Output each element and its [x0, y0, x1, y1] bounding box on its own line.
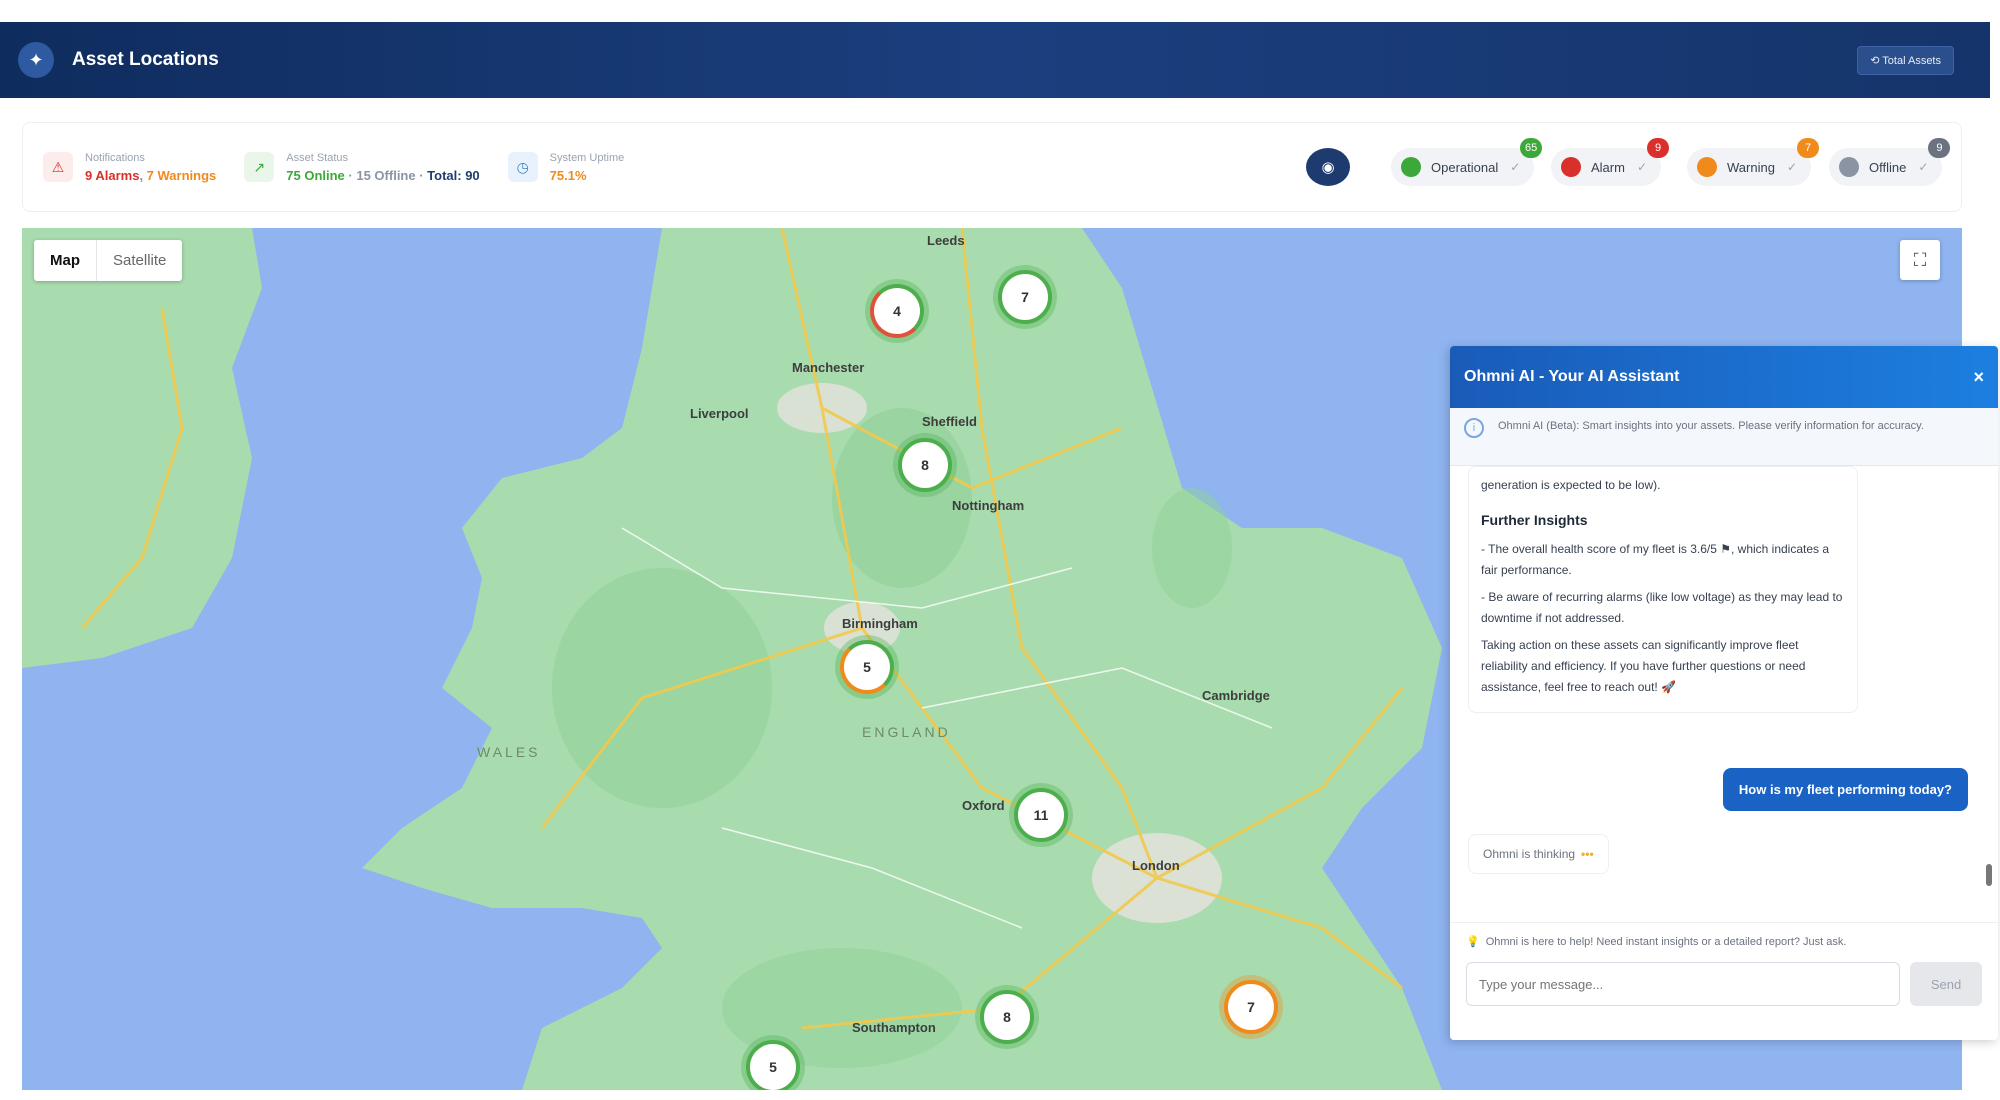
check-icon: ✓ — [1510, 160, 1521, 174]
notification-separator: , — [139, 167, 147, 183]
online-count: 75 Online — [286, 167, 345, 183]
map-cluster-marker[interactable]: 11 — [1014, 788, 1068, 842]
message-text: - Be aware of recurring alarms (like low… — [1481, 590, 1843, 625]
chat-messages: generation is expected to be low). Furth… — [1450, 466, 1998, 916]
scrollbar-thumb[interactable] — [1986, 864, 1992, 886]
total-assets-button[interactable]: ⟲ Total Assets — [1857, 45, 1954, 75]
send-button[interactable]: Send — [1910, 962, 1982, 1006]
map-cluster-marker[interactable]: 7 — [1224, 980, 1278, 1034]
map-cluster-marker[interactable]: 5 — [746, 1040, 800, 1090]
message-text: generation is expected to be low). — [1481, 478, 1661, 492]
city-label: Manchester — [792, 360, 865, 375]
message-input[interactable] — [1466, 962, 1900, 1006]
city-label: Cambridge — [1202, 688, 1270, 703]
notifications-stat[interactable]: ⚠ Notifications 9 Alarms, 7 Warnings — [43, 152, 216, 183]
offline-dot-icon — [1839, 157, 1859, 177]
clock-icon: ◷ — [507, 152, 538, 182]
asset-status-value: 75 Online · 15 Offline · Total: 90 — [286, 168, 479, 183]
chat-hint: 💡 Ohmni is here to help! Need instant ins… — [1466, 935, 1982, 948]
chat-scrollbar[interactable] — [1984, 476, 1992, 906]
message-text: Taking action on these assets can signif… — [1481, 638, 1806, 694]
uptime-label: System Uptime — [549, 151, 625, 164]
alarm-dot-icon — [1561, 157, 1581, 177]
map-cluster-marker[interactable]: 7 — [998, 270, 1052, 324]
filter-count-badge: 9 — [1928, 138, 1951, 158]
check-icon: ✓ — [1636, 160, 1648, 174]
chat-header: Ohmni AI - Your AI Assistant × — [1450, 346, 1998, 408]
city-label: Southampton — [852, 1020, 936, 1035]
filter-label: Alarm — [1591, 159, 1625, 175]
close-icon[interactable]: × — [1973, 367, 1984, 388]
app-header: ✦ Asset Locations ⟲ Total Assets — [0, 22, 1990, 98]
map-cluster-marker[interactable]: 5 — [840, 640, 894, 694]
offline-count: · 15 Offline · — [348, 167, 424, 183]
region-label: ENGLAND — [862, 724, 951, 740]
region-label: WALES — [477, 744, 541, 760]
typing-indicator: Ohmni is thinking ••• — [1468, 834, 1609, 874]
city-label: Liverpool — [690, 406, 749, 421]
lightbulb-icon: 💡 — [1466, 936, 1480, 948]
page-title: Asset Locations — [72, 49, 219, 70]
chat-disclaimer: i Ohmni AI (Beta): Smart insights into y… — [1450, 408, 1998, 466]
info-icon: i — [1464, 418, 1484, 438]
bell-icon: ⚠ — [43, 152, 73, 182]
status-bar: ⚠ Notifications 9 Alarms, 7 Warnings ↗ A… — [22, 122, 1962, 212]
filter-warning[interactable]: Warning ✓ 7 — [1687, 138, 1819, 186]
chat-title: Ohmni AI - Your AI Assistant — [1464, 368, 1680, 385]
operational-dot-icon — [1401, 157, 1421, 177]
asset-status-stat[interactable]: ↗ Asset Status 75 Online · 15 Offline · … — [244, 151, 480, 183]
warning-dot-icon — [1697, 157, 1717, 177]
message-heading: Further Insights — [1481, 512, 1588, 528]
check-icon: ✓ — [1918, 160, 1929, 174]
city-label: Leeds — [927, 233, 965, 248]
map-cluster-marker[interactable]: 4 — [870, 284, 924, 338]
eye-icon: ◉ — [1321, 159, 1335, 176]
filter-alarm[interactable]: Alarm ✓ 9 — [1551, 138, 1670, 186]
user-message: How is my fleet performing today? — [1722, 768, 1968, 811]
filter-label: Warning — [1727, 159, 1775, 175]
city-label: Oxford — [962, 798, 1005, 813]
disclaimer-text: Ohmni AI (Beta): Smart insights into you… — [1498, 420, 1924, 432]
filter-count-badge: 65 — [1520, 138, 1543, 158]
notifications-label: Notifications — [85, 151, 145, 164]
warning-count: 7 Warnings — [146, 167, 217, 183]
map-cluster-marker[interactable]: 8 — [980, 990, 1034, 1044]
notifications-value: 9 Alarms, 7 Warnings — [85, 168, 216, 183]
city-label: Birmingham — [842, 616, 918, 631]
uptime-value: 75.1% — [549, 167, 587, 183]
map-cluster-marker[interactable]: 8 — [898, 438, 952, 492]
assistant-message: generation is expected to be low). Furth… — [1468, 466, 1858, 713]
city-label: Nottingham — [952, 498, 1025, 513]
alarm-count: 9 Alarms — [85, 167, 140, 183]
satellite-view-button[interactable]: Satellite — [96, 240, 182, 281]
chat-composer: 💡 Ohmni is here to help! Need instant ins… — [1450, 922, 1998, 1040]
typing-text: Ohmni is thinking — [1483, 847, 1576, 861]
map-view-button[interactable]: Map — [34, 240, 96, 281]
pulse-icon: ↗ — [244, 152, 275, 182]
hint-text: Ohmni is here to help! Need instant insi… — [1485, 936, 1847, 948]
typing-dots-icon: ••• — [1581, 847, 1594, 861]
check-icon: ✓ — [1786, 160, 1797, 174]
asset-status-label: Asset Status — [286, 151, 349, 164]
message-text: - The overall health score of my fleet i… — [1481, 542, 1830, 577]
visibility-toggle-button[interactable]: ◉ — [1306, 148, 1350, 186]
uptime-stat[interactable]: ◷ System Uptime 75.1% — [507, 151, 625, 183]
filter-count-badge: 7 — [1797, 138, 1819, 158]
map-type-toggle: Map Satellite — [34, 240, 183, 281]
total-count: Total: 90 — [427, 167, 480, 183]
filter-count-badge: 9 — [1647, 138, 1670, 158]
city-label: London — [1132, 858, 1180, 873]
filter-label: Operational — [1431, 159, 1499, 175]
filter-label: Offline — [1869, 159, 1907, 175]
fullscreen-icon[interactable]: ⛶ — [1900, 240, 1940, 280]
ai-assistant-panel: Ohmni AI - Your AI Assistant × i Ohmni A… — [1450, 346, 1998, 1040]
city-label: Sheffield — [922, 414, 977, 429]
filter-operational[interactable]: Operational ✓ 65 — [1391, 138, 1543, 186]
filter-offline[interactable]: Offline ✓ 9 — [1829, 138, 1951, 186]
compass-icon: ✦ — [18, 42, 54, 78]
